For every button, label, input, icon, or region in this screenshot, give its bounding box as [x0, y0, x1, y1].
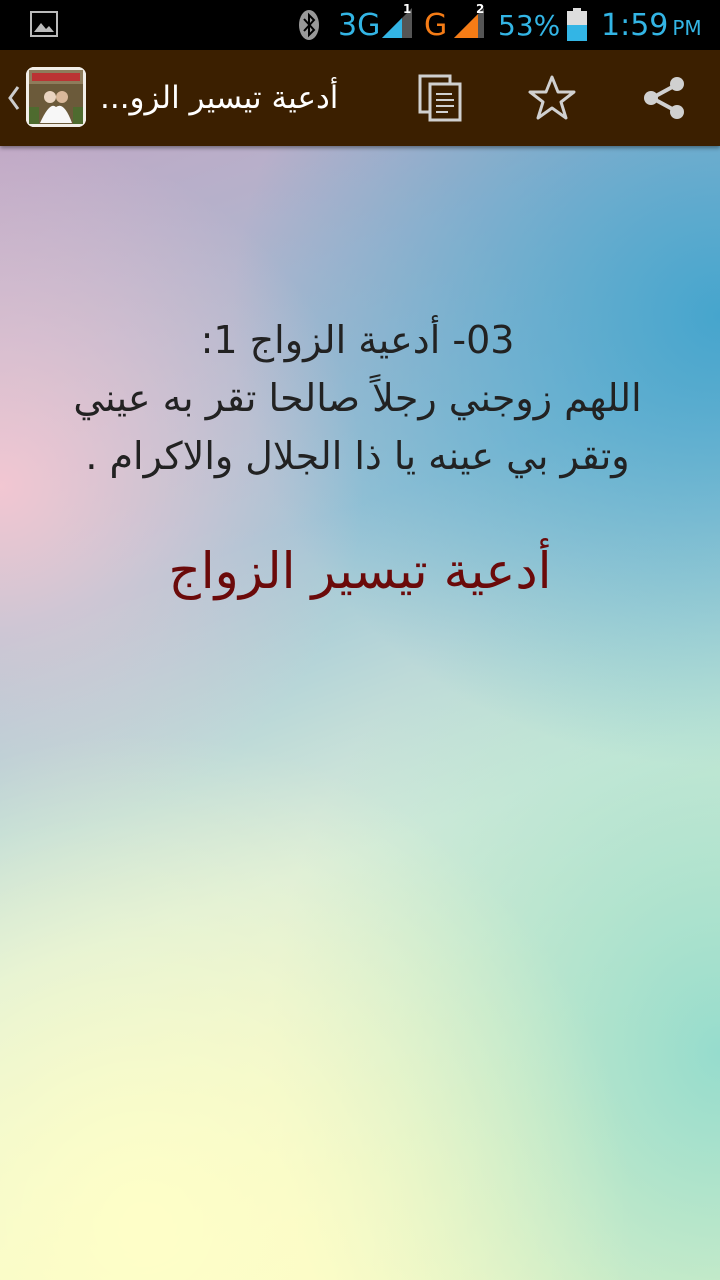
page-subtitle: أدعية تيسير الزواج: [168, 542, 552, 600]
copy-button[interactable]: [394, 50, 490, 146]
image-notification-icon: [30, 11, 58, 37]
dua-line-1: اللهم زوجني رجلاً صالحا تقر به عيني: [73, 376, 642, 420]
content-area: 03- أدعية الزواج 1: اللهم زوجني رجلاً صا…: [0, 146, 720, 1280]
bluetooth-icon: [298, 9, 320, 41]
sim1-number: 1: [403, 2, 412, 16]
clock: 1:59 PM: [601, 6, 702, 48]
share-icon: [644, 77, 684, 119]
battery-icon: [566, 8, 588, 42]
battery-percent: 53%: [498, 9, 561, 42]
favorite-button[interactable]: [504, 50, 600, 146]
chevron-left-icon: [6, 83, 22, 113]
dua-text: 03- أدعية الزواج 1: اللهم زوجني رجلاً صا…: [20, 311, 695, 485]
network-type-sim2: G: [424, 8, 448, 43]
clock-ampm: PM: [672, 16, 702, 40]
copy-icon: [418, 74, 462, 122]
up-navigation-button[interactable]: أدعية تيسير الزو...: [0, 50, 338, 146]
sim2-number: 2: [476, 2, 485, 16]
share-button[interactable]: [616, 50, 712, 146]
app-title: أدعية تيسير الزو...: [100, 80, 339, 116]
dua-line-2: وتقر بي عينه يا ذا الجلال والاكرام .: [85, 434, 630, 478]
dua-heading: 03- أدعية الزواج 1:: [200, 318, 515, 362]
star-icon: [528, 75, 576, 120]
clock-time: 1:59: [601, 8, 669, 43]
app-icon: [26, 67, 86, 127]
network-type-sim1: 3G: [338, 8, 381, 43]
action-bar: أدعية تيسير الزو...: [0, 50, 720, 146]
status-bar: 3G 1 G 2 53% 1:59 PM: [0, 0, 720, 50]
